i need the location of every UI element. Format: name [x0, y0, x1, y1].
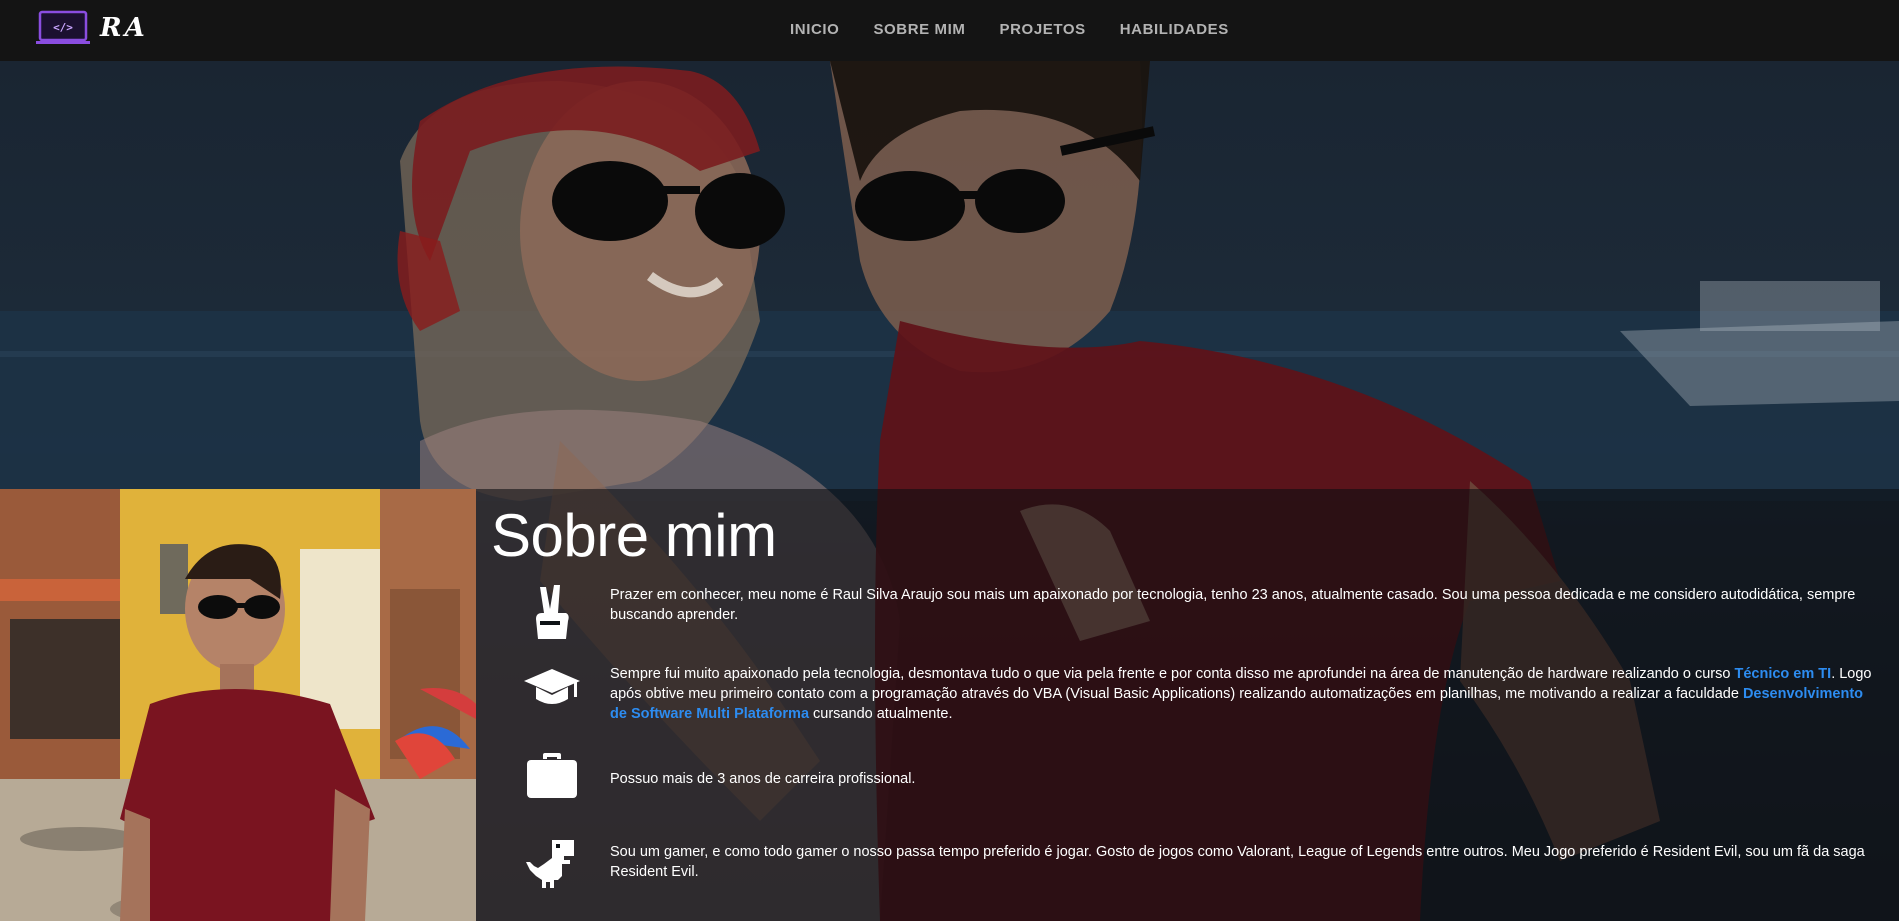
education-text-part1: Sempre fui muito apaixonado pela tecnolo… — [610, 666, 1735, 682]
about-text-education: Sempre fui muito apaixonado pela tecnolo… — [610, 664, 1872, 724]
dinosaur-icon — [512, 834, 592, 894]
nav-link-projetos[interactable]: PROJETOS — [1000, 21, 1086, 38]
briefcase-icon — [512, 746, 592, 806]
about-section: Sobre mim Prazer em conhecer, meu nome é… — [476, 489, 1899, 921]
graduation-cap-icon — [512, 660, 592, 720]
about-portrait-photo — [0, 489, 476, 921]
about-title: Sobre mim — [491, 502, 777, 569]
about-text-intro: Prazer em conhecer, meu nome é Raul Silv… — [610, 587, 1856, 623]
about-text-career: Possuo mais de 3 anos de carreira profis… — [610, 771, 916, 787]
nav-link-sobre-mim[interactable]: SOBRE MIM — [873, 21, 965, 38]
top-navbar: </> RA INICIO SOBRE MIM PROJETOS HABILID… — [0, 0, 1899, 61]
site-logo[interactable]: </> RA — [36, 10, 148, 46]
about-text-gamer: Sou um gamer, e como todo gamer o nosso … — [610, 844, 1865, 880]
education-text-part3: cursando atualmente. — [809, 706, 953, 722]
logo-text: RA — [100, 13, 148, 43]
nav-link-inicio[interactable]: INICIO — [790, 21, 839, 38]
laptop-code-icon: </> — [36, 10, 90, 46]
main-nav: INICIO SOBRE MIM PROJETOS HABILIDADES — [790, 0, 1229, 58]
nav-link-habilidades[interactable]: HABILIDADES — [1120, 21, 1229, 38]
peace-hand-icon — [512, 583, 592, 643]
link-tecnico-em-ti[interactable]: Técnico em TI — [1734, 666, 1831, 682]
logo-code-glyph: </> — [53, 21, 73, 34]
